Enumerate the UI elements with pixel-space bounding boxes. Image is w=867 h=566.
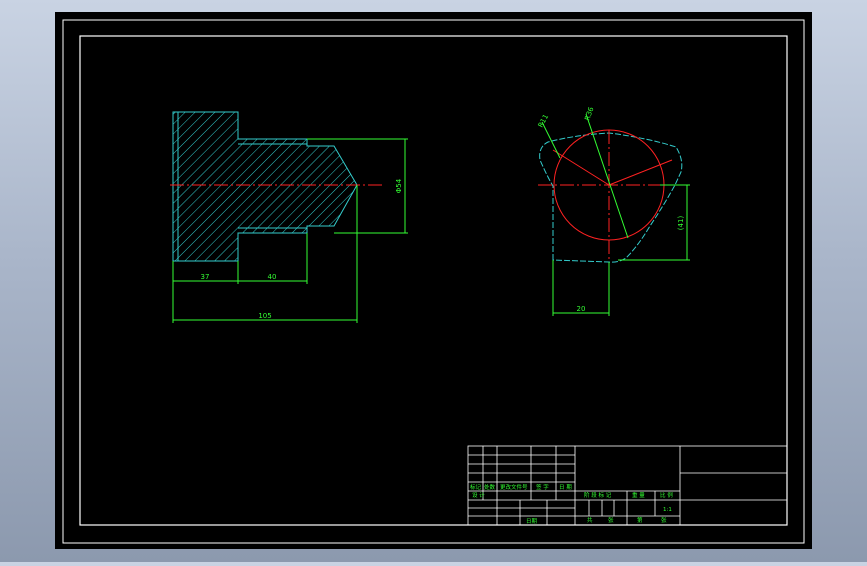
stage-label: 阶 段 标 记 bbox=[584, 491, 612, 499]
header-cell-mark: 标记 bbox=[470, 483, 482, 491]
dim-width: 20 bbox=[577, 305, 586, 313]
dim-length-left: 37 bbox=[201, 273, 210, 281]
sheet-total-label: 共 bbox=[587, 516, 593, 524]
header-cell-count: 处数 bbox=[484, 483, 496, 491]
dim-length-mid: 40 bbox=[268, 273, 277, 281]
drawing-canvas: Φ54 37 40 105 R11 R36 (41) 20 标记 处数 更改文件… bbox=[55, 12, 812, 549]
dim-total-length: 105 bbox=[258, 312, 271, 320]
drawing-sheet bbox=[55, 12, 812, 549]
sheet-no-label: 第 bbox=[637, 516, 643, 524]
sheet-no-unit: 张 bbox=[661, 516, 667, 524]
cad-viewport: Φ54 37 40 105 R11 R36 (41) 20 标记 处数 更改文件… bbox=[0, 0, 867, 562]
header-cell-date: 日 期 bbox=[559, 484, 572, 491]
scale-label: 比 例 bbox=[660, 491, 673, 499]
header-cell-doc: 更改文件号 bbox=[500, 483, 528, 491]
header-cell-sign: 签 字 bbox=[536, 483, 549, 491]
row-design: 设 计 bbox=[472, 491, 485, 499]
sheet-total-unit: 张 bbox=[608, 516, 614, 524]
dim-height: (41) bbox=[677, 216, 685, 231]
scale-value: 1:1 bbox=[663, 507, 672, 513]
dim-diameter: Φ54 bbox=[395, 178, 403, 193]
weight-label: 重 量 bbox=[632, 491, 645, 499]
row-approve-date: 日期 bbox=[526, 518, 538, 525]
